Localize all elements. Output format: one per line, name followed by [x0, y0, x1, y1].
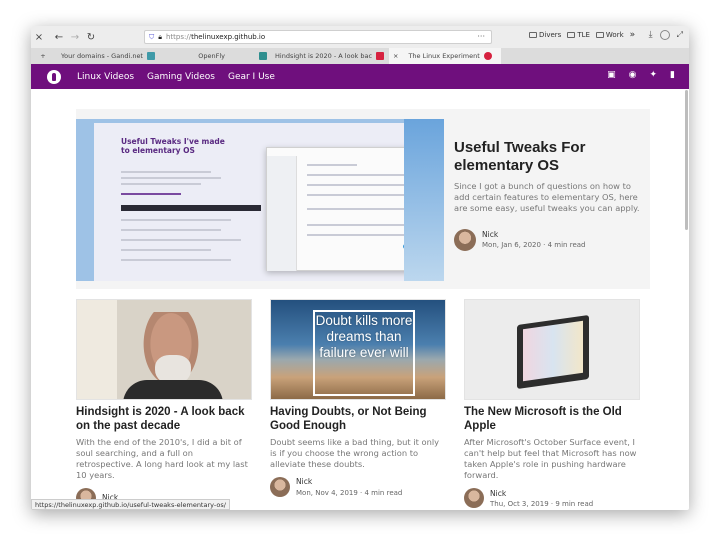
- tab-linux-experiment[interactable]: × The Linux Experiment: [389, 48, 501, 64]
- bookmark-folder-tle[interactable]: TLE: [567, 31, 590, 39]
- folder-icon: [567, 32, 576, 38]
- social-links: ▣ ◉ ✦ ▮: [607, 70, 675, 80]
- bookmarks-overflow-icon[interactable]: »: [630, 30, 636, 40]
- image-quote: Doubt kills more dreams than failure eve…: [315, 313, 413, 361]
- post-card-microsoft[interactable]: The New Microsoft is the Old Apple After…: [464, 299, 640, 509]
- toolbar-right: ⤓ ⤢: [649, 30, 683, 40]
- site-header: Linux Videos Gaming Videos Gear I Use ▣ …: [31, 64, 689, 89]
- featured-image-title: Useful Tweaks I've made to elementary OS: [121, 137, 225, 155]
- featured-text: Useful Tweaks For elementary OS Since I …: [454, 139, 644, 251]
- post-excerpt: Doubt seems like a bad thing, but it onl…: [270, 436, 440, 470]
- featured-image[interactable]: Useful Tweaks I've made to elementary OS: [76, 119, 444, 281]
- post-author: Nick Mon, Nov 4, 2019 · 4 min read: [270, 476, 446, 498]
- fullscreen-icon[interactable]: ⤢: [677, 30, 683, 40]
- avatar: [464, 488, 484, 509]
- browser-toolbar: × ← → ↻ ⛉ 🔒︎ https:// thelinuxexp.github…: [31, 26, 689, 48]
- post-excerpt: After Microsoft's October Surface event,…: [464, 436, 637, 481]
- tab-openfly[interactable]: OpenFly: [159, 48, 271, 64]
- url-protocol: https://: [165, 33, 192, 41]
- close-tab-icon[interactable]: ×: [393, 52, 398, 60]
- post-image[interactable]: [464, 299, 640, 400]
- post-image[interactable]: [76, 299, 252, 400]
- author-name: Nick: [482, 229, 499, 239]
- post-title[interactable]: The New Microsoft is the Old Apple: [464, 405, 640, 434]
- avatar: [270, 477, 290, 498]
- nav-gaming-videos[interactable]: Gaming Videos: [147, 72, 215, 82]
- forward-icon[interactable]: →: [67, 29, 83, 45]
- link-status-bar: https://thelinuxexp.github.io/useful-twe…: [31, 499, 230, 510]
- openfly-favicon-icon: [259, 52, 267, 60]
- download-icon[interactable]: ⤓: [649, 30, 653, 40]
- avatar: [454, 228, 476, 251]
- post-meta: Thu, Oct 3, 2019 · 9 min read: [490, 499, 594, 508]
- url-bar[interactable]: ⛉ 🔒︎ https:// thelinuxexp.github.io ···: [144, 30, 492, 44]
- post-meta: Mon, Jan 6, 2020 · 4 min read: [482, 240, 586, 249]
- url-host: thelinuxexp.github.io: [191, 33, 266, 41]
- folder-icon: [529, 32, 537, 38]
- site-logo-icon[interactable]: [47, 69, 61, 84]
- account-icon[interactable]: [659, 30, 670, 40]
- post-author: Nick Thu, Oct 3, 2019 · 9 min read: [464, 488, 640, 510]
- post-meta: Mon, Nov 4, 2019 · 4 min read: [296, 488, 403, 497]
- browser-window: × ← → ↻ ⛉ 🔒︎ https:// thelinuxexp.github…: [31, 26, 689, 510]
- lock-icon: 🔒︎: [158, 32, 162, 41]
- new-tab-button[interactable]: +: [31, 48, 55, 64]
- close-window-icon[interactable]: ×: [31, 29, 47, 45]
- bookmark-folder-divers[interactable]: Divers: [529, 31, 561, 39]
- featured-excerpt: Since I got a bunch of questions on how …: [454, 181, 640, 214]
- featured-article[interactable]: Useful Tweaks I've made to elementary OS: [76, 109, 650, 289]
- twitter-icon[interactable]: ✦: [650, 70, 658, 80]
- tle-favicon-icon: [376, 52, 385, 60]
- rss-icon[interactable]: ▣: [607, 70, 616, 80]
- author-name: Nick: [490, 488, 507, 498]
- post-title[interactable]: Having Doubts, or Not Being Good Enough: [270, 405, 446, 434]
- tle-favicon-icon: [483, 52, 492, 60]
- back-icon[interactable]: ←: [51, 29, 67, 45]
- post-card-doubts[interactable]: Doubt kills more dreams than failure eve…: [270, 299, 446, 498]
- post-image[interactable]: Doubt kills more dreams than failure eve…: [270, 299, 446, 400]
- bookmark-folder-work[interactable]: Work: [595, 31, 624, 39]
- tab-hindsight[interactable]: Hindsight is 2020 - A look bac: [271, 48, 389, 64]
- nav-gear[interactable]: Gear I Use: [228, 72, 275, 82]
- nav-linux-videos[interactable]: Linux Videos: [77, 72, 134, 82]
- tab-gandi[interactable]: Your domains - Gandi.net: [55, 48, 159, 64]
- mastodon-icon[interactable]: ◉: [629, 70, 637, 80]
- featured-author: Nick Mon, Jan 6, 2020 · 4 min read: [454, 228, 644, 251]
- tab-strip: + Your domains - Gandi.net OpenFly Hinds…: [31, 48, 689, 64]
- patreon-icon[interactable]: ▮: [670, 70, 675, 80]
- author-name: Nick: [296, 477, 313, 487]
- reload-icon[interactable]: ↻: [83, 29, 99, 45]
- gandi-favicon-icon: [147, 52, 155, 60]
- bookmarks-bar: Divers TLE Work »: [529, 30, 635, 40]
- shield-icon: ⛉: [149, 32, 155, 41]
- page-scrollbar[interactable]: [685, 90, 688, 230]
- post-title[interactable]: Hindsight is 2020 - A look back on the p…: [76, 405, 252, 434]
- post-excerpt: With the end of the 2010's, I did a bit …: [76, 436, 248, 481]
- featured-title[interactable]: Useful Tweaks For elementary OS: [454, 139, 644, 175]
- page-actions-icon[interactable]: ···: [477, 32, 485, 41]
- folder-icon: [595, 32, 604, 38]
- post-card-hindsight[interactable]: Hindsight is 2020 - A look back on the p…: [76, 299, 252, 508]
